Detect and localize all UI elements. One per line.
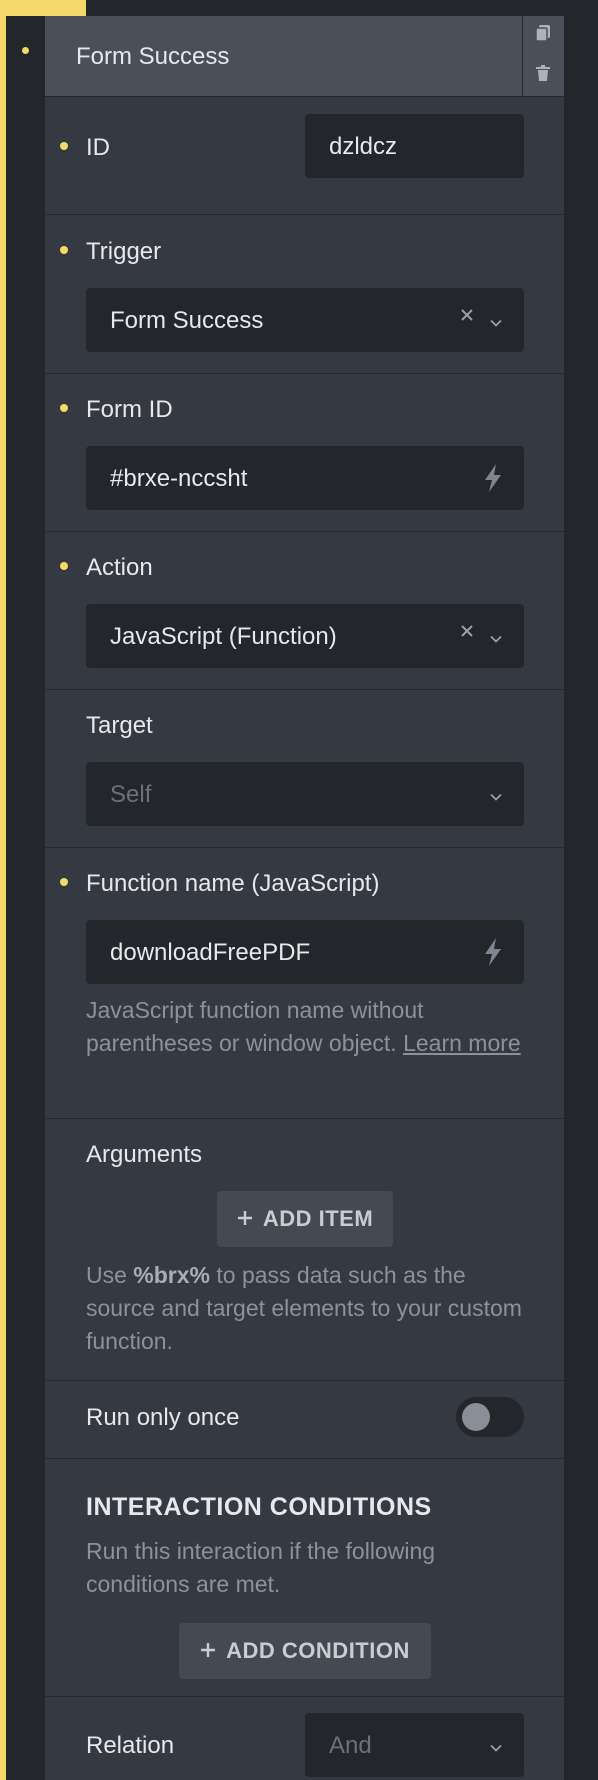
relation-label: Relation [86, 1732, 175, 1759]
target-label: Target [86, 712, 153, 739]
chevron-down-icon [490, 314, 502, 332]
function-name-label: Function name (JavaScript) [86, 870, 380, 897]
changed-dot-indicator [60, 562, 68, 570]
function-name-value: downloadFreePDF [110, 939, 311, 966]
close-icon[interactable] [460, 308, 474, 327]
run-only-once-toggle[interactable] [456, 1397, 524, 1437]
add-condition-label: ADD CONDITION [226, 1638, 410, 1663]
id-field-row: ID dzldcz [45, 97, 564, 215]
relation-select[interactable]: And [305, 1713, 524, 1777]
close-icon[interactable] [460, 624, 474, 643]
learn-more-link[interactable]: Learn more [403, 1030, 521, 1056]
action-select[interactable]: JavaScript (Function) [86, 604, 524, 668]
run-only-once-row: Run only once [45, 1380, 564, 1459]
id-label: ID [86, 134, 110, 161]
plus-icon [200, 1638, 216, 1664]
relation-field-row: Relation And [45, 1696, 564, 1780]
target-select[interactable]: Self [86, 762, 524, 826]
function-name-input[interactable]: downloadFreePDF [86, 920, 524, 984]
changed-dot-indicator [22, 47, 29, 54]
interaction-conditions-section: INTERACTION CONDITIONS Run this interact… [45, 1458, 564, 1697]
target-placeholder: Self [110, 781, 152, 808]
header-actions [522, 16, 564, 96]
active-rail-indicator [0, 16, 6, 1780]
function-name-field-row: Function name (JavaScript) downloadFreeP… [45, 847, 564, 1119]
changed-dot-indicator [60, 246, 68, 254]
add-item-button[interactable]: ADD ITEM [217, 1191, 393, 1247]
function-name-help-text: JavaScript function name without parenth… [86, 997, 424, 1056]
form-id-field-row: Form ID #brxe-nccsht [45, 373, 564, 532]
function-name-help: JavaScript function name without parenth… [86, 994, 526, 1060]
id-value: dzldcz [329, 133, 398, 160]
trigger-select[interactable]: Form Success [86, 288, 524, 352]
interaction-panel: Form Success ID dzldcz Trigger Form Succ… [45, 16, 564, 1780]
interaction-conditions-description: Run this interaction if the following co… [86, 1538, 436, 1597]
active-tab-indicator [0, 0, 86, 16]
arguments-help: Use %brx% to pass data such as the sourc… [86, 1259, 526, 1358]
action-field-row: Action JavaScript (Function) [45, 531, 564, 690]
arguments-label: Arguments [86, 1141, 203, 1168]
form-id-label: Form ID [86, 396, 173, 423]
trash-icon[interactable] [535, 64, 551, 87]
trigger-value: Form Success [110, 307, 264, 334]
interaction-conditions-heading: INTERACTION CONDITIONS [86, 1493, 432, 1521]
dynamic-data-icon[interactable] [482, 463, 504, 498]
add-condition-button[interactable]: ADD CONDITION [179, 1623, 431, 1679]
add-item-label: ADD ITEM [262, 1206, 374, 1231]
form-id-value: #brxe-nccsht [110, 465, 248, 492]
chevron-down-icon [490, 788, 502, 806]
interaction-header[interactable]: Form Success [45, 16, 564, 97]
arguments-field-row: Arguments ADD ITEM Use %brx% to pass dat… [45, 1118, 564, 1381]
action-label: Action [86, 554, 153, 581]
changed-dot-indicator [60, 142, 68, 150]
id-input[interactable]: dzldcz [305, 114, 524, 178]
form-id-input[interactable]: #brxe-nccsht [86, 446, 524, 510]
trigger-field-row: Trigger Form Success [45, 215, 564, 374]
arguments-help-code: %brx% [133, 1262, 210, 1288]
target-field-row: Target Self [45, 689, 564, 848]
trigger-label: Trigger [86, 238, 162, 265]
run-only-once-label: Run only once [86, 1404, 240, 1431]
interaction-title: Form Success [76, 43, 230, 70]
copy-icon[interactable] [535, 24, 551, 47]
changed-dot-indicator [60, 878, 68, 886]
dynamic-data-icon[interactable] [482, 937, 504, 972]
toggle-knob [462, 1403, 490, 1431]
chevron-down-icon [490, 1739, 502, 1757]
relation-placeholder: And [329, 1732, 372, 1759]
chevron-down-icon [490, 630, 502, 648]
action-value: JavaScript (Function) [110, 623, 337, 650]
changed-dot-indicator [60, 404, 68, 412]
arguments-help-prefix: Use [86, 1262, 127, 1288]
plus-icon [237, 1206, 253, 1232]
